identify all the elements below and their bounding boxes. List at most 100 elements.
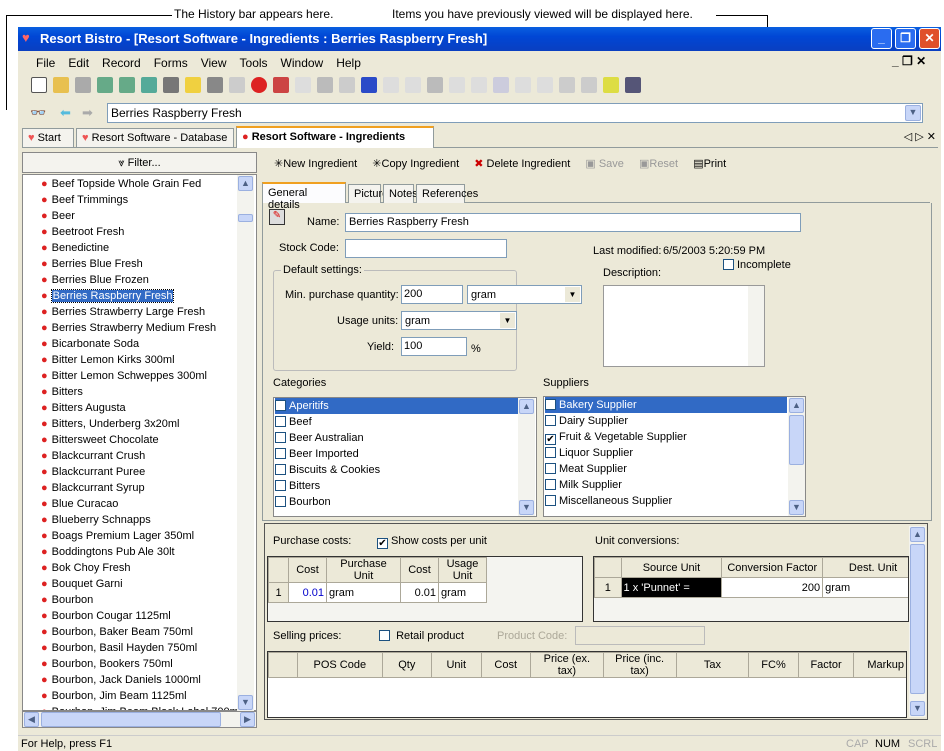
book-icon[interactable] <box>339 77 355 93</box>
list-scrollbar[interactable]: ▲ ▼ <box>237 175 254 711</box>
ingredient-item[interactable]: ● Bourbon, Jack Daniels 1000ml <box>23 672 256 688</box>
column-header[interactable]: Cost <box>288 557 327 583</box>
ingredient-item[interactable]: ● Bourbon <box>23 592 256 608</box>
minimize-button[interactable]: _ <box>871 28 892 49</box>
ingredient-item[interactable]: ● Blackcurrant Crush <box>23 448 256 464</box>
back-icon[interactable]: ⬅ <box>60 105 71 121</box>
ingredient-item[interactable]: ● Beef Topside Whole Grain Fed <box>23 176 256 192</box>
truck-icon[interactable] <box>361 77 377 93</box>
checkbox[interactable] <box>275 496 286 507</box>
menu-edit[interactable]: Edit <box>68 56 89 70</box>
supplier-item[interactable]: ✔ Fruit & Vegetable Supplier <box>545 429 787 445</box>
ingredient-item[interactable]: ● Berries Blue Frozen <box>23 272 256 288</box>
reset-button[interactable]: ▣Reset <box>635 154 682 173</box>
grid-cell[interactable]: gram <box>326 582 401 603</box>
grid-cell[interactable]: 1 x 'Punnet' = <box>620 577 723 598</box>
edit-icon[interactable]: ✎ <box>269 209 285 225</box>
categorie-item[interactable]: Aperitifs <box>275 398 518 414</box>
categorie-item[interactable]: Biscuits & Cookies <box>275 462 518 478</box>
ingredient-item[interactable]: ● Berries Strawberry Medium Fresh <box>23 320 256 336</box>
mdi-controls[interactable]: _ ❐ ✕ <box>892 54 926 68</box>
menu-view[interactable]: View <box>201 56 227 70</box>
checkbox[interactable] <box>275 480 286 491</box>
supplier-item[interactable]: Milk Supplier <box>545 477 787 493</box>
percent-icon[interactable] <box>141 77 157 93</box>
ingredient-item[interactable]: ● Blue Curacao <box>23 496 256 512</box>
description-field[interactable] <box>603 285 765 367</box>
categories-scrollbar[interactable]: ▲ ▼ <box>518 398 535 516</box>
menu-window[interactable]: Window <box>281 56 324 70</box>
supplier-item[interactable]: Liquor Supplier <box>545 445 787 461</box>
tab-picture[interactable]: Picture <box>348 184 388 203</box>
ingredient-item[interactable]: ● Bicarbonate Soda <box>23 336 256 352</box>
print-button[interactable]: ▤Print <box>689 154 730 173</box>
categorie-item[interactable]: Beer Australian <box>275 430 518 446</box>
ingredient-item[interactable]: ● Bouquet Garni <box>23 576 256 592</box>
checkbox[interactable] <box>275 464 286 475</box>
grid-cell[interactable]: gram <box>438 582 487 603</box>
product-code-field[interactable] <box>575 626 705 645</box>
ingredient-item[interactable]: ● Benedictine <box>23 240 256 256</box>
copy-ingredient-button[interactable]: ✳Copy Ingredient <box>368 154 463 173</box>
supplier-item[interactable]: Meat Supplier <box>545 461 787 477</box>
min-qty-field[interactable]: 200 <box>401 285 463 304</box>
column-header[interactable]: Tax <box>675 652 750 678</box>
retail-product-checkbox[interactable]: Retail product <box>379 630 464 642</box>
tab-notes[interactable]: Notes <box>383 184 418 203</box>
import-icon[interactable] <box>427 77 443 93</box>
checkbox[interactable] <box>545 479 556 490</box>
checkbox[interactable] <box>275 432 286 443</box>
menu-file[interactable]: File <box>36 56 55 70</box>
checkbox[interactable] <box>545 399 556 410</box>
ingredient-item[interactable]: ● Bitters, Underberg 3x20ml <box>23 416 256 432</box>
grid-cell[interactable]: 0.01 <box>288 582 327 603</box>
close-button[interactable]: ✕ <box>919 28 940 49</box>
checkbox[interactable] <box>545 447 556 458</box>
ingredient-item[interactable]: ● Berries Raspberry Fresh <box>23 288 256 304</box>
column-header[interactable]: Cost <box>480 652 531 678</box>
column-header[interactable] <box>268 557 289 583</box>
ingredients-icon[interactable] <box>273 77 289 93</box>
column-header[interactable]: Qty <box>381 652 433 678</box>
folder-icon[interactable] <box>185 77 201 93</box>
categorie-item[interactable]: Bitters <box>275 478 518 494</box>
save-button[interactable]: ▣ Save <box>581 154 628 173</box>
column-header[interactable]: Markup <box>853 652 906 678</box>
ingredient-item[interactable]: ● Berries Blue Fresh <box>23 256 256 272</box>
categories-list[interactable]: Aperitifs Beef Beer Australian Beer Importe… <box>273 397 537 517</box>
open-icon[interactable] <box>53 77 69 93</box>
checkbox[interactable]: ✔ <box>545 434 556 445</box>
tab-references[interactable]: References <box>416 184 478 203</box>
ingredient-item[interactable]: ● Bourbon, Jim Beam 1125ml <box>23 688 256 704</box>
supplier-item[interactable]: Miscellaneous Supplier <box>545 493 787 509</box>
whats-this-icon[interactable] <box>625 77 641 93</box>
transfer2-icon[interactable] <box>405 77 421 93</box>
tab-start[interactable]: ♥ Start <box>22 128 74 147</box>
ingredient-item[interactable]: ● Bourbon Cougar 1125ml <box>23 608 256 624</box>
print-icon[interactable] <box>75 77 91 93</box>
column-header[interactable] <box>594 557 622 578</box>
yield-field[interactable]: 100 <box>401 337 467 356</box>
ingredient-item[interactable]: ● Bitters Augusta <box>23 400 256 416</box>
sum-icon[interactable] <box>515 77 531 93</box>
column-header[interactable]: Cost <box>400 557 439 583</box>
sum-plus-icon[interactable] <box>537 77 553 93</box>
filter-button[interactable]: ⩔ Filter... <box>22 152 257 173</box>
ingredient-item[interactable]: ● Beer <box>23 208 256 224</box>
column-header[interactable]: Source Unit <box>620 557 723 578</box>
sort-az-icon[interactable] <box>471 77 487 93</box>
ingredient-item[interactable]: ● Bourbon, Bookers 750ml <box>23 656 256 672</box>
grid-cell[interactable]: 0.01 <box>400 582 439 603</box>
conversion-grid[interactable]: Source Unit Conversion Factor Dest. Unit 1 1… <box>593 556 909 622</box>
restore-button[interactable]: ❐ <box>895 28 916 49</box>
column-header[interactable]: POS Code <box>297 652 383 678</box>
transfer-icon[interactable] <box>383 77 399 93</box>
costing-icon[interactable] <box>317 77 333 93</box>
show-costs-checkbox[interactable]: ✔ Show costs per unit <box>377 535 487 549</box>
menu-help[interactable]: Help <box>336 56 361 70</box>
new-icon[interactable] <box>31 77 47 93</box>
column-header[interactable]: Purchase Unit <box>326 557 401 583</box>
ingredient-item[interactable]: ● Blackcurrant Puree <box>23 464 256 480</box>
help-icon[interactable] <box>603 77 619 93</box>
find-icon[interactable]: 👓 <box>30 105 46 121</box>
